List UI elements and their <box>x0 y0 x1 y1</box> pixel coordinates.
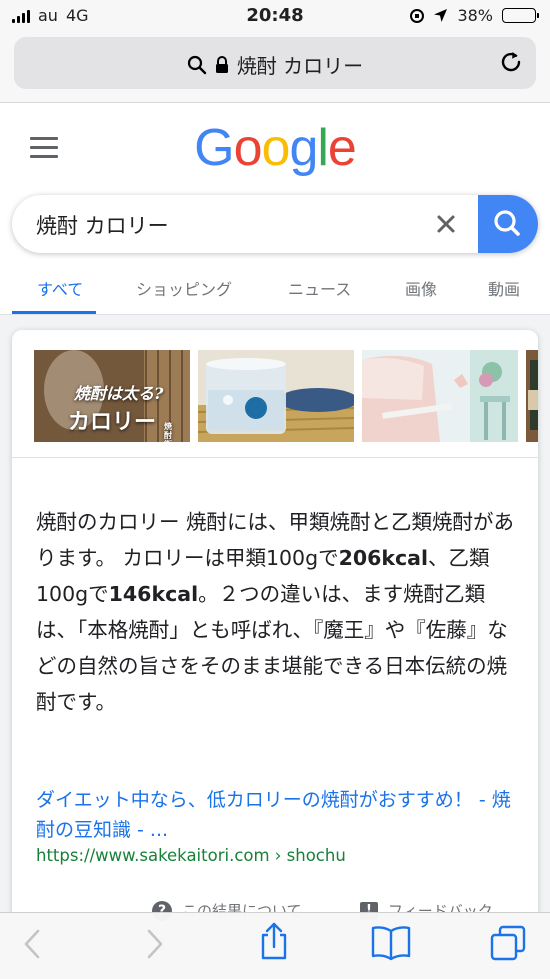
browser-address-area: 焼酎 カロリー <box>0 32 550 103</box>
shochu-glass-image <box>198 350 354 442</box>
browser-toolbar <box>0 912 550 979</box>
battery-percent: 38% <box>457 6 493 25</box>
tab-news[interactable]: ニュース <box>288 276 351 300</box>
bottles-image <box>526 350 538 442</box>
reload-icon[interactable] <box>498 49 524 75</box>
logo-letter: e <box>327 119 357 177</box>
result-image[interactable] <box>362 350 518 442</box>
location-arrow-icon <box>434 9 448 22</box>
divider <box>12 457 538 458</box>
result-url[interactable]: https://www.sakekaitori.com › shochu <box>36 846 346 865</box>
active-tab-indicator <box>12 311 96 314</box>
waist-measure-image <box>362 350 518 442</box>
battery-icon <box>502 8 539 23</box>
tab-shopping[interactable]: ショッピング <box>136 276 232 300</box>
logo-letter: o <box>233 119 263 177</box>
image-watermark: 焼酎街道 <box>164 421 172 443</box>
back-icon[interactable] <box>22 927 42 961</box>
search-tabs: すべて ショッピング ニュース 画像 動画 <box>0 262 550 315</box>
clear-icon[interactable] <box>432 210 460 238</box>
result-title-link[interactable]: ダイエット中なら、低カロリーの焼酎がおすすめ！ - 焼酎の豆知識 - ... <box>36 785 516 845</box>
logo-letter: G <box>194 119 234 177</box>
snippet-text: 焼酎のカロリー 焼酎には、甲類焼酎と乙類焼酎があります。 カロリーは甲類100g… <box>36 504 516 720</box>
search-box: 焼酎 カロリー <box>12 195 538 253</box>
search-button[interactable] <box>478 195 538 253</box>
tab-all[interactable]: すべて <box>37 276 83 300</box>
snippet-highlight: 206kcal <box>338 546 429 570</box>
address-text: 焼酎 カロリー <box>236 54 364 78</box>
search-icon <box>494 210 520 236</box>
logo-letter: g <box>289 119 318 177</box>
result-image[interactable] <box>198 350 354 442</box>
google-logo[interactable]: Google <box>0 118 550 178</box>
status-bar: au 4G 20:48 38% <box>0 0 550 32</box>
tab-videos[interactable]: 動画 <box>488 276 520 300</box>
bookmarks-icon[interactable] <box>370 925 412 961</box>
image-caption: カロリー <box>68 409 157 435</box>
lock-icon <box>215 55 228 73</box>
tabs-icon[interactable] <box>490 925 526 961</box>
logo-letter: o <box>261 119 291 177</box>
result-image[interactable]: 焼酎は太る? カロリー 焼酎街道 <box>34 350 190 442</box>
search-input[interactable]: 焼酎 カロリー <box>36 210 169 240</box>
address-bar[interactable]: 焼酎 カロリー <box>14 37 536 89</box>
image-caption: 焼酎は太る? <box>74 384 164 403</box>
forward-icon[interactable] <box>145 927 165 961</box>
image-strip: 焼酎は太る? カロリー 焼酎街道 <box>34 350 538 442</box>
result-image[interactable] <box>526 350 538 442</box>
orientation-lock-icon <box>410 8 425 23</box>
featured-snippet-card: 焼酎は太る? カロリー 焼酎街道 <box>12 330 538 930</box>
share-icon[interactable] <box>258 921 290 961</box>
snippet-highlight: 146kcal <box>108 582 199 606</box>
tab-images[interactable]: 画像 <box>405 276 437 300</box>
logo-letter: l <box>317 119 329 177</box>
search-icon <box>187 55 207 74</box>
